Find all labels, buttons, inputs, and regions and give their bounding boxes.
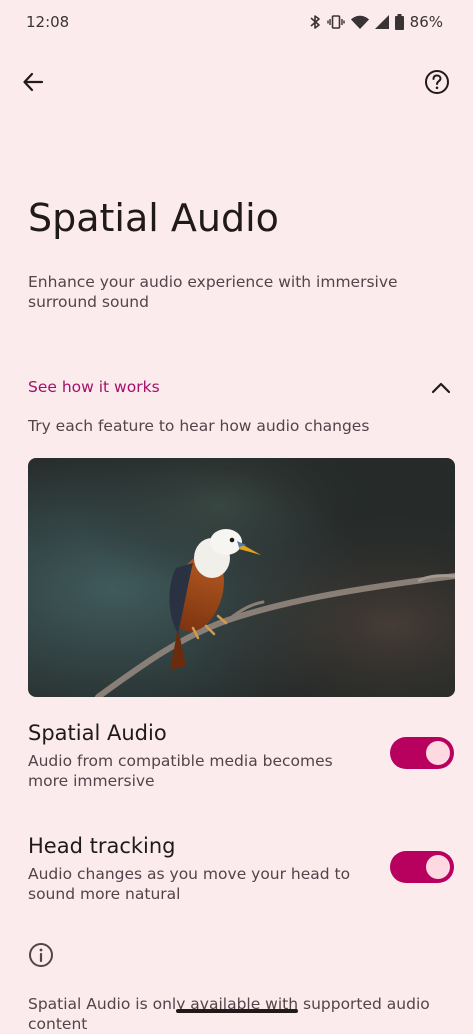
see-how-it-works-title: See how it works <box>28 378 160 396</box>
wifi-icon <box>350 15 369 29</box>
chevron-up-icon <box>429 376 453 404</box>
help-icon <box>424 69 450 99</box>
see-how-it-works-subtitle: Try each feature to hear how audio chang… <box>28 417 370 435</box>
switch-thumb <box>426 741 450 765</box>
spatial-audio-switch[interactable] <box>390 737 454 769</box>
status-bar: 12:08 86% <box>0 0 473 46</box>
gesture-nav-handle[interactable] <box>176 1009 298 1013</box>
head-tracking-summary: Audio changes as you move your head to s… <box>28 865 351 903</box>
help-button[interactable] <box>417 64 457 104</box>
back-button[interactable] <box>13 64 53 104</box>
battery-icon <box>394 14 404 30</box>
spatial-audio-setting[interactable]: Spatial Audio Audio from compatible medi… <box>0 721 473 791</box>
bluetooth-icon <box>309 14 321 30</box>
footer-note: Spatial Audio is only available with sup… <box>28 995 430 1033</box>
head-tracking-setting[interactable]: Head tracking Audio changes as you move … <box>0 834 473 904</box>
page-title: Spatial Audio <box>28 196 279 240</box>
demo-video-thumbnail[interactable] <box>28 458 455 697</box>
info-icon <box>28 942 54 972</box>
page-description: Enhance your audio experience with immer… <box>28 273 398 311</box>
signal-icon <box>374 15 389 29</box>
spatial-audio-title: Spatial Audio <box>28 721 167 745</box>
battery-percent: 86% <box>409 13 443 31</box>
head-tracking-switch[interactable] <box>390 851 454 883</box>
head-tracking-title: Head tracking <box>28 834 176 858</box>
see-how-it-works-header[interactable]: See how it works <box>0 368 473 408</box>
spatial-audio-summary: Audio from compatible media becomes more… <box>28 752 333 790</box>
status-time: 12:08 <box>26 13 70 31</box>
switch-thumb <box>426 855 450 879</box>
status-icons: 86% <box>309 13 443 31</box>
vibrate-icon <box>326 14 345 30</box>
arrow-back-icon <box>22 71 44 97</box>
